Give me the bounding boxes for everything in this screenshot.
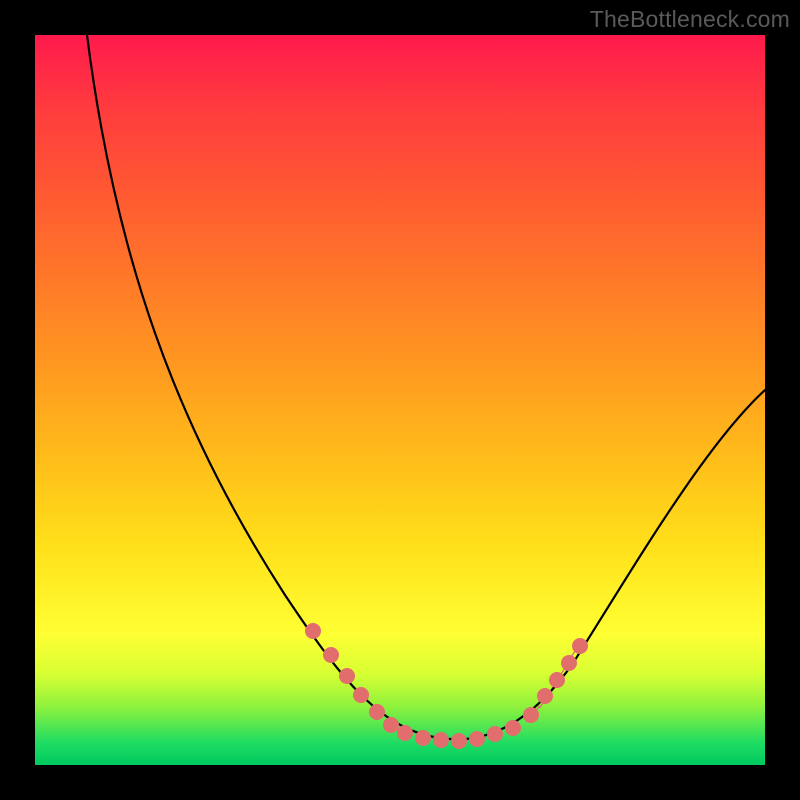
- marker-dot: [397, 725, 413, 741]
- watermark-text: TheBottleneck.com: [590, 6, 790, 33]
- marker-dot: [415, 730, 431, 746]
- marker-dot: [451, 733, 467, 749]
- marker-dot: [505, 720, 521, 736]
- chart-frame: [35, 35, 765, 765]
- marker-dot: [487, 726, 503, 742]
- marker-dot: [305, 623, 321, 639]
- marker-dot: [561, 655, 577, 671]
- marker-dot: [537, 688, 553, 704]
- marker-dot: [323, 647, 339, 663]
- marker-dot: [339, 668, 355, 684]
- bottleneck-curve: [87, 35, 765, 739]
- marker-dots: [305, 623, 588, 749]
- marker-dot: [523, 707, 539, 723]
- marker-dot: [433, 732, 449, 748]
- marker-dot: [369, 704, 385, 720]
- marker-dot: [383, 717, 399, 733]
- marker-dot: [549, 672, 565, 688]
- marker-dot: [353, 687, 369, 703]
- curve-svg: [35, 35, 765, 765]
- marker-dot: [572, 638, 588, 654]
- marker-dot: [469, 731, 485, 747]
